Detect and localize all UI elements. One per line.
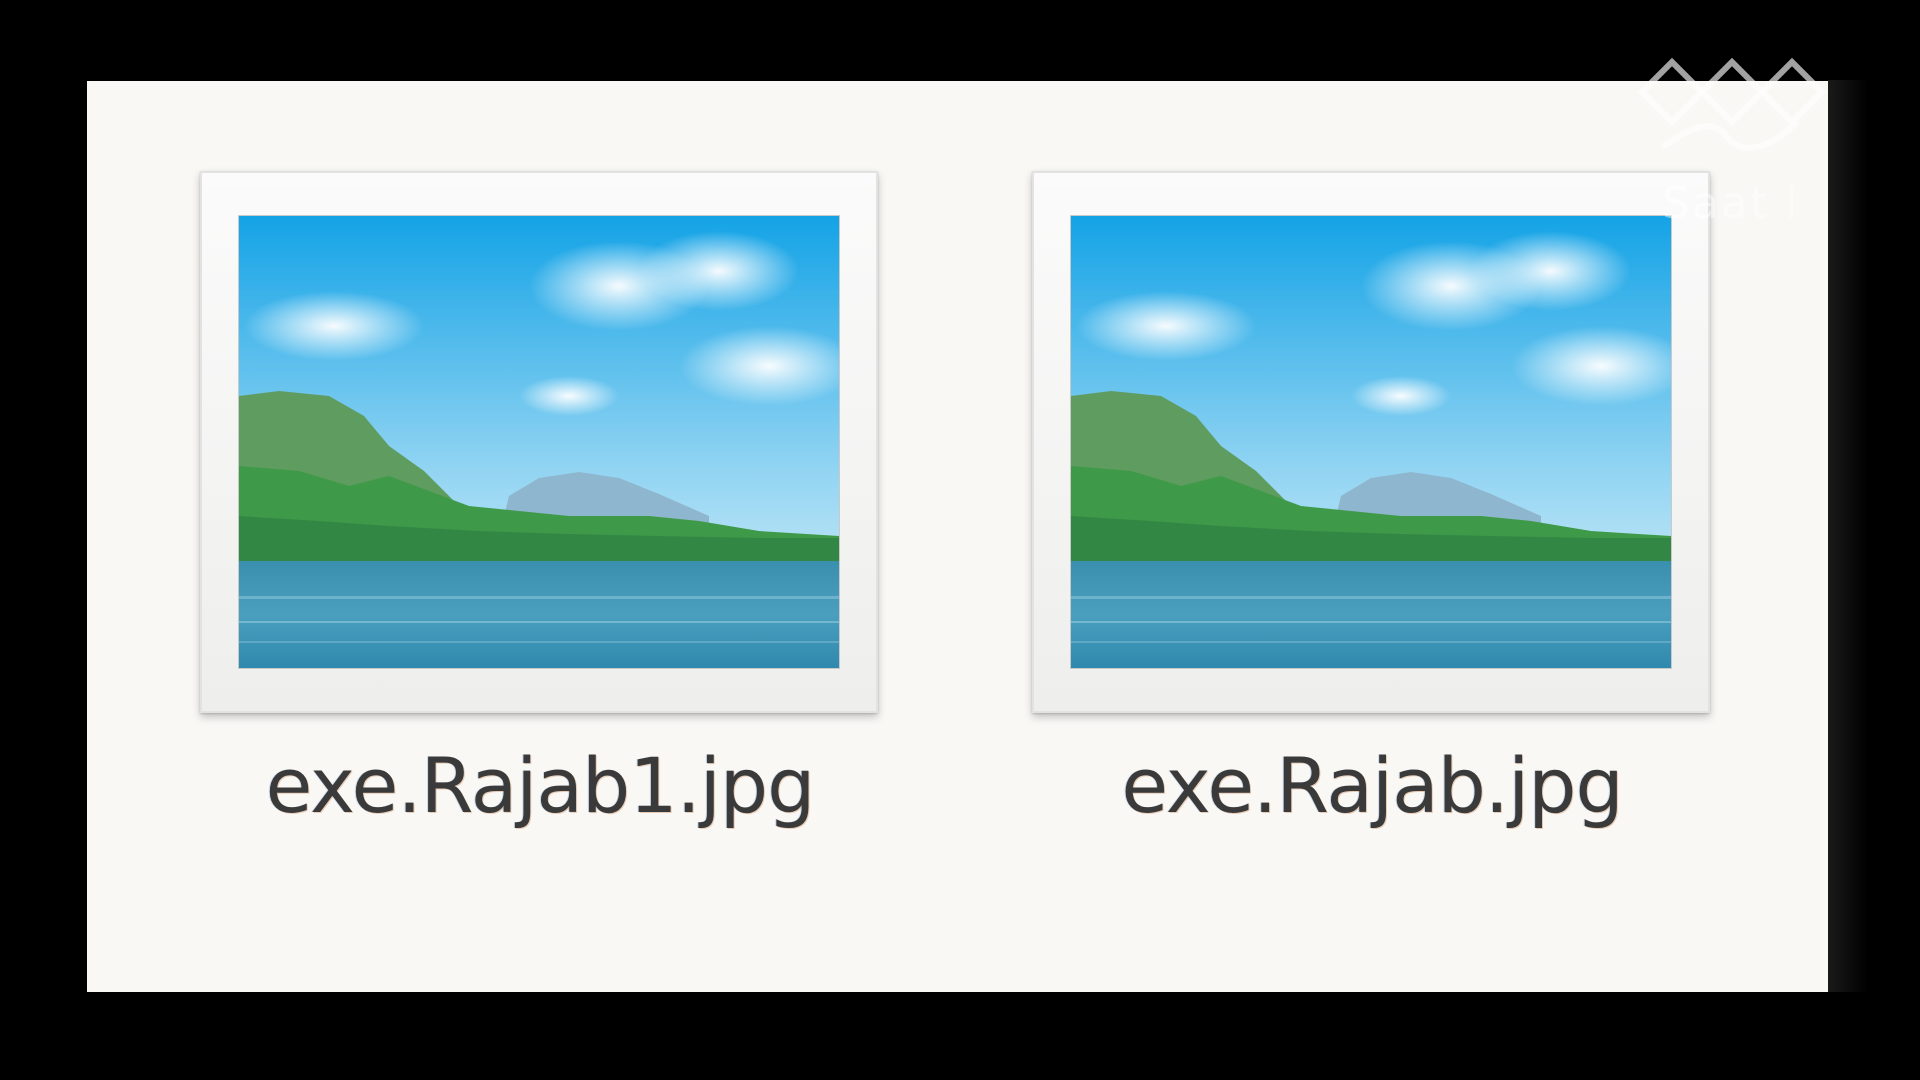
- landscape-image-icon: [238, 215, 840, 669]
- watermark-logo: Saat l: [1622, 52, 1862, 242]
- screen: exe.Rajab1.jpg exe.Rajab.jpg Saat l: [0, 0, 1920, 1080]
- watermark-text: Saat l: [1662, 178, 1800, 229]
- thumbnail-frame[interactable]: [200, 171, 878, 713]
- file-name-label[interactable]: exe.Rajab.jpg: [1032, 741, 1712, 830]
- landscape-image-icon: [1070, 215, 1672, 669]
- file-item-rajab[interactable]: exe.Rajab.jpg: [1032, 171, 1712, 851]
- file-name-label[interactable]: exe.Rajab1.jpg: [200, 741, 880, 830]
- file-view-pane: exe.Rajab1.jpg exe.Rajab.jpg: [87, 81, 1828, 992]
- file-item-rajab1[interactable]: exe.Rajab1.jpg: [200, 171, 880, 851]
- thumbnail-frame[interactable]: [1032, 171, 1710, 713]
- logo-mark-icon: [1637, 57, 1827, 151]
